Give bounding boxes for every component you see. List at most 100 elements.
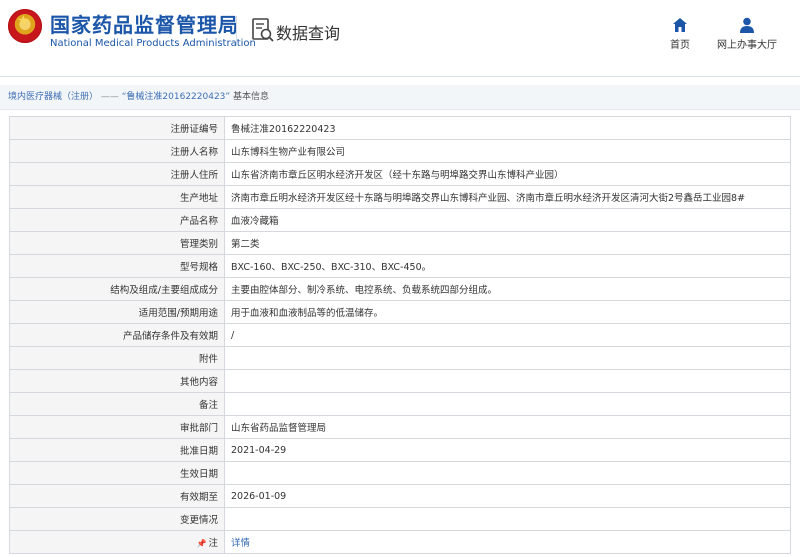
breadcrumb-separator: —— [98,92,122,102]
field-label: 备注 [198,400,218,411]
table-row: 其他内容 [9,369,791,393]
field-label: 注册人住所 [170,170,218,181]
table-row: 备注 [9,392,791,416]
nav-home[interactable]: 首页 [664,16,696,51]
table-row: 产品名称 血液冷藏箱 [9,208,791,232]
field-value: 用于血液和血液制品等的低温储存。 [231,308,384,319]
field-label-cell: 生效日期 [9,461,225,485]
table-row: 管理类别 第二类 [9,231,791,255]
site-header: ★ 国家药品监督管理局 National Medical Products Ad… [0,0,800,77]
field-label: 产品储存条件及有效期 [122,331,218,342]
field-label: 注册人名称 [170,147,218,158]
field-label: 结构及组成/主要组成成分 [110,285,218,296]
field-label-cell: 审批部门 [9,415,225,439]
site-title[interactable]: 国家药品监督管理局 [50,9,239,38]
field-label: 注 [208,538,218,549]
pin-icon: 📌 [196,539,207,548]
field-value-cell: 济南市章丘明水经济开发区经十东路与明埠路交界山东博科产业园、济南市章丘明水经济开… [224,185,791,209]
detail-table: 注册证编号 鲁械注准20162220423 注册人名称 山东博科生物产业有限公司 注册人… [9,116,791,554]
breadcrumb-item-registration: “鲁械注准20162220423” [121,92,231,102]
field-label: 附件 [198,354,218,365]
field-label: 审批部门 [179,423,218,434]
field-value: BXC-160、BXC-250、BXC-310、BXC-450。 [231,262,432,273]
field-label-cell: 管理类别 [9,231,225,255]
breadcrumb: 境内医疗器械（注册） —— “鲁械注准20162220423” 基本信息 [0,85,800,110]
national-emblem-icon: ★ [8,9,42,43]
field-label-cell: 附件 [9,346,225,370]
table-row: 有效期至 2026-01-09 [9,484,791,508]
field-label-cell: 生产地址 [9,185,225,209]
table-row: 产品储存条件及有效期 / [9,323,791,347]
nav-online-service-hall[interactable]: 网上办事大厅 [714,16,780,51]
field-value-cell: 详情 [224,530,791,554]
field-value: 主要由腔体部分、制冷系统、电控系统、负载系统四部分组成。 [231,285,498,296]
field-label-cell: 变更情况 [9,507,225,531]
field-label-cell: 其他内容 [9,369,225,393]
table-row: 注册人住所 山东省济南市章丘区明水经济开发区（经十东路与明埠路交界山东博科产业园） [9,162,791,186]
site-subtitle: National Medical Products Administration [50,38,256,49]
field-label-cell: 注册人住所 [9,162,225,186]
table-row: 📌 注详情 [9,530,791,554]
field-value-cell: / [224,323,791,347]
field-label: 产品名称 [179,216,218,227]
details-link[interactable]: 详情 [231,538,250,549]
field-value-cell: 鲁械注准20162220423 [224,116,791,140]
home-icon [673,18,687,32]
field-value-cell [224,507,791,531]
table-row: 注册人名称 山东博科生物产业有限公司 [9,139,791,163]
table-row: 变更情况 [9,507,791,531]
field-value-cell [224,346,791,370]
header-divider [236,16,237,46]
field-value-cell: 用于血液和血液制品等的低温储存。 [224,300,791,324]
document-search-icon [252,18,274,42]
field-value: 鲁械注准20162220423 [231,124,336,135]
table-row: 附件 [9,346,791,370]
table-row: 生产地址 济南市章丘明水经济开发区经十东路与明埠路交界山东博科产业园、济南市章丘明… [9,185,791,209]
field-label-cell: 批准日期 [9,438,225,462]
field-label: 型号规格 [179,262,218,273]
field-label-cell: 注册人名称 [9,139,225,163]
breadcrumb-item-basic-info: 基本信息 [232,92,269,102]
table-row: 结构及组成/主要组成成分 主要由腔体部分、制冷系统、电控系统、负载系统四部分组成。 [9,277,791,301]
field-value-cell: 2026-01-09 [224,484,791,508]
field-label: 其他内容 [179,377,218,388]
field-value-cell: 主要由腔体部分、制冷系统、电控系统、负载系统四部分组成。 [224,277,791,301]
field-label-cell: 备注 [9,392,225,416]
user-icon [740,17,754,33]
field-label-cell: 结构及组成/主要组成成分 [9,277,225,301]
field-value-cell [224,392,791,416]
field-value-cell: 第二类 [224,231,791,255]
table-row: 适用范围/预期用途 用于血液和血液制品等的低温储存。 [9,300,791,324]
field-label-cell: 注册证编号 [9,116,225,140]
field-label: 注册证编号 [170,124,218,135]
field-label-cell: 适用范围/预期用途 [9,300,225,324]
field-value-cell: 血液冷藏箱 [224,208,791,232]
field-value-cell: 山东博科生物产业有限公司 [224,139,791,163]
field-value-cell: 山东省药品监督管理局 [224,415,791,439]
field-value-cell [224,369,791,393]
field-label-cell: 有效期至 [9,484,225,508]
field-label: 适用范围/预期用途 [138,308,218,319]
table-row: 生效日期 [9,461,791,485]
field-value-cell [224,461,791,485]
field-value: 济南市章丘明水经济开发区经十东路与明埠路交界山东博科产业园、济南市章丘明水经济开… [231,193,746,204]
detail-table-container: 注册证编号 鲁械注准20162220423 注册人名称 山东博科生物产业有限公司 注册人… [9,116,791,554]
field-label-cell: 型号规格 [9,254,225,278]
field-label-cell: 产品储存条件及有效期 [9,323,225,347]
field-label: 有效期至 [179,492,218,503]
field-value: 山东省药品监督管理局 [231,423,327,434]
field-value: 山东博科生物产业有限公司 [231,147,346,158]
table-row: 型号规格 BXC-160、BXC-250、BXC-310、BXC-450。 [9,254,791,278]
field-value-cell: BXC-160、BXC-250、BXC-310、BXC-450。 [224,254,791,278]
table-row: 审批部门 山东省药品监督管理局 [9,415,791,439]
breadcrumb-item-domestic-devices[interactable]: 境内医疗器械（注册） [8,92,98,102]
field-label: 变更情况 [179,515,218,526]
table-row: 批准日期 2021-04-29 [9,438,791,462]
field-label: 生效日期 [179,469,218,480]
field-label-cell: 📌 注 [9,530,225,554]
field-value: / [231,329,235,341]
field-value: 2026-01-09 [231,490,287,502]
field-value: 山东省济南市章丘区明水经济开发区（经十东路与明埠路交界山东博科产业园） [231,170,564,181]
field-label-cell: 产品名称 [9,208,225,232]
field-value-cell: 2021-04-29 [224,438,791,462]
